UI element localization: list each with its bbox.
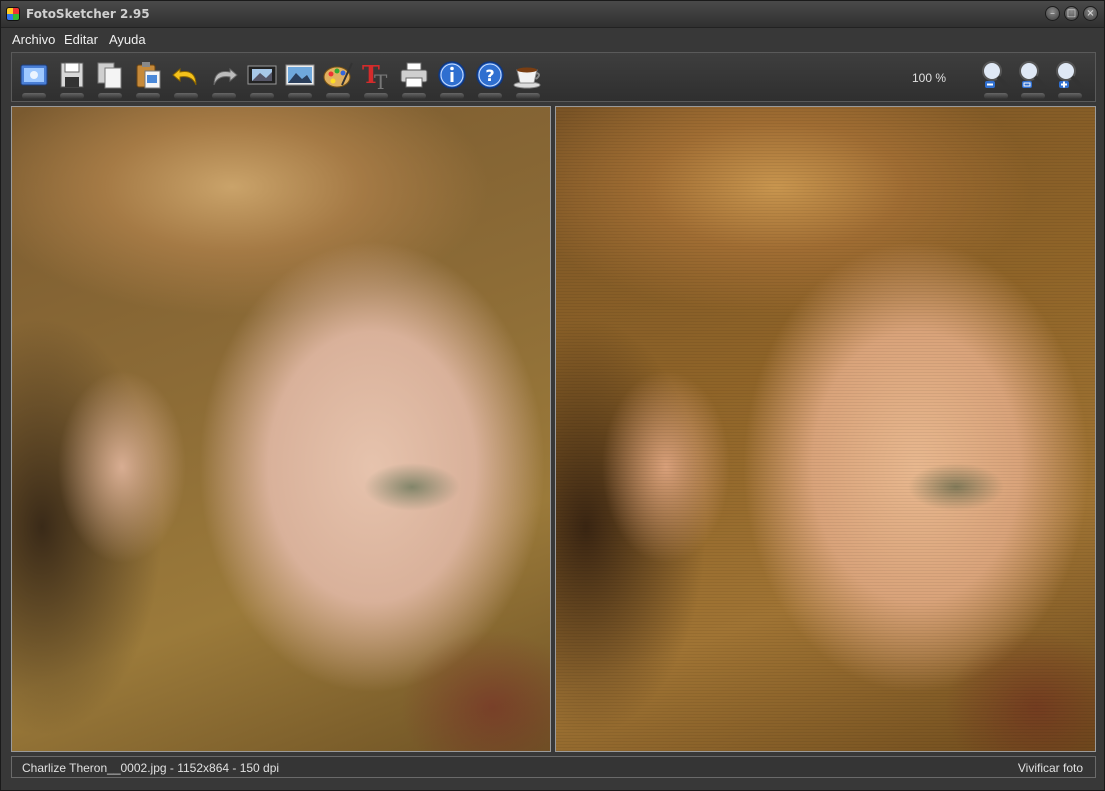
- coffee-icon: [513, 67, 541, 89]
- redo-icon: [213, 67, 238, 86]
- processed-photo: [556, 107, 1095, 751]
- toolbar: T T ? 100 %: [11, 52, 1096, 102]
- original-image-panel[interactable]: [11, 106, 551, 752]
- minimize-icon: –: [1050, 8, 1055, 19]
- zoom-fit-button[interactable]: [1017, 59, 1049, 99]
- status-action: Vivificar foto: [1017, 761, 1083, 775]
- app-window: FotoSketcher 2.95 – □ × Archivo Editar A…: [0, 0, 1105, 791]
- menu-ayuda[interactable]: Ayuda: [109, 32, 146, 47]
- svg-text:?: ?: [485, 66, 494, 85]
- landscape-image-icon: [285, 64, 315, 86]
- save-button[interactable]: [56, 59, 88, 99]
- close-icon: ×: [1086, 8, 1095, 19]
- zoom-level: 100 %: [912, 71, 947, 85]
- redo-button[interactable]: [208, 59, 240, 99]
- filmstrip-button[interactable]: [246, 59, 278, 99]
- zoom-fit-icon: [1019, 61, 1048, 90]
- app-logo-icon: [6, 7, 20, 21]
- copy-icon: [97, 62, 122, 89]
- print-icon: [400, 62, 428, 88]
- zoom-out-icon: [982, 61, 1011, 90]
- title-bar[interactable]: FotoSketcher 2.95 – □ ×: [1, 1, 1104, 28]
- text-icon: T T: [362, 60, 388, 91]
- info-icon: [438, 61, 466, 89]
- status-file-info: Charlize Theron__0002.jpg - 1152x864 - 1…: [22, 761, 280, 775]
- help-button[interactable]: ?: [474, 59, 506, 99]
- filmstrip-icon: [247, 65, 277, 85]
- window-title: FotoSketcher 2.95: [26, 7, 150, 21]
- menu-archivo[interactable]: Archivo: [12, 32, 55, 47]
- original-photo: [12, 107, 550, 751]
- open-image-icon: [20, 64, 48, 86]
- palette-button[interactable]: [322, 59, 354, 99]
- palette-icon: [323, 62, 353, 88]
- help-icon: ?: [476, 61, 504, 89]
- maximize-icon: □: [1066, 8, 1077, 19]
- zoom-out-button[interactable]: [980, 59, 1012, 99]
- info-button[interactable]: [436, 59, 468, 99]
- landscape-button[interactable]: [284, 59, 316, 99]
- status-bar: Charlize Theron__0002.jpg - 1152x864 - 1…: [11, 756, 1096, 778]
- text-button[interactable]: T T: [360, 59, 392, 99]
- undo-button[interactable]: [170, 59, 202, 99]
- processed-image-panel[interactable]: [555, 106, 1096, 752]
- maximize-button[interactable]: □: [1064, 6, 1079, 21]
- open-image-button[interactable]: [18, 59, 50, 99]
- paste-icon: [136, 62, 161, 89]
- zoom-in-icon: [1056, 61, 1085, 90]
- svg-text:T: T: [374, 70, 388, 91]
- copy-button[interactable]: [94, 59, 126, 99]
- zoom-in-button[interactable]: [1054, 59, 1086, 99]
- menu-editar[interactable]: Editar: [64, 32, 98, 47]
- minimize-button[interactable]: –: [1045, 6, 1060, 21]
- menu-bar: Archivo Editar Ayuda: [1, 28, 1104, 50]
- donate-button[interactable]: [512, 59, 544, 99]
- undo-icon: [172, 67, 197, 86]
- close-button[interactable]: ×: [1083, 6, 1098, 21]
- print-button[interactable]: [398, 59, 430, 99]
- paste-button[interactable]: [132, 59, 164, 99]
- save-icon: [60, 62, 84, 88]
